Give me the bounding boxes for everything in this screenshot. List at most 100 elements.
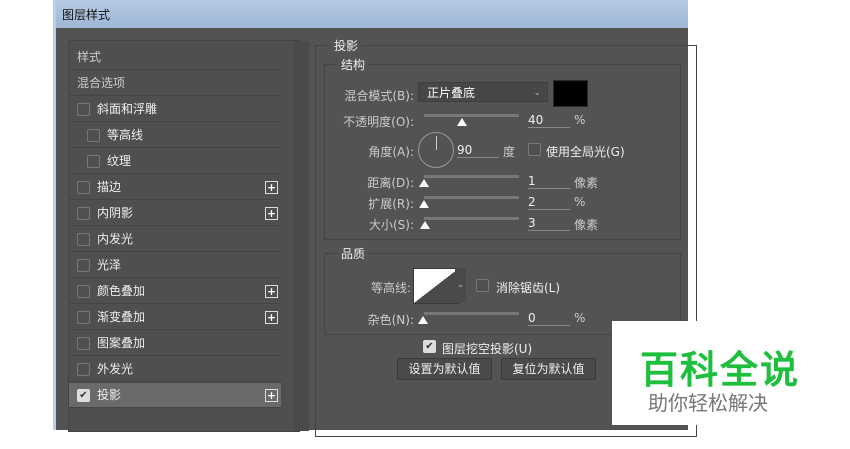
angle-unit: 度: [503, 145, 516, 159]
antialias-checkbox[interactable]: [476, 279, 489, 292]
add-icon[interactable]: +: [265, 389, 278, 402]
sidebar-item[interactable]: 颜色叠加 +: [69, 279, 281, 304]
sidebar-item-label: 图案叠加: [97, 336, 146, 350]
structure-title: 结构: [337, 56, 370, 73]
distance-label: 距离(D):: [367, 176, 414, 190]
sidebar-item-checkbox[interactable]: [87, 129, 100, 142]
sidebar-item-label: 纹理: [107, 154, 132, 168]
contour-preview[interactable]: [413, 268, 459, 304]
noise-slider[interactable]: [424, 312, 519, 315]
angle-needle: [436, 136, 437, 150]
noise-slider-thumb[interactable]: [418, 316, 428, 324]
sidebar-item-checkbox[interactable]: [77, 207, 90, 220]
sidebar-item-label: 外发光: [97, 362, 134, 376]
panel-title: 投影: [330, 37, 363, 54]
size-label: 大小(S):: [368, 218, 414, 232]
contour-label: 等高线:: [370, 281, 411, 295]
dialog-title: 图层样式: [56, 0, 688, 28]
sidebar-item[interactable]: 混合选项: [69, 71, 281, 96]
sidebar-item-checkbox[interactable]: [77, 259, 90, 272]
sidebar-item-label: 斜面和浮雕: [97, 102, 158, 116]
style-list: 样式混合选项斜面和浮雕等高线纹理描边 + 内阴影 + 内发光光泽颜色叠加 + 渐变叠加 + 图案…: [68, 40, 309, 432]
size-slider-thumb[interactable]: [420, 221, 430, 229]
angle-input[interactable]: 90: [457, 143, 499, 158]
set-default-button[interactable]: 设置为默认值: [397, 358, 492, 380]
size-unit: 像素: [574, 218, 599, 232]
add-icon[interactable]: +: [265, 181, 278, 194]
opacity-slider-thumb[interactable]: [457, 118, 467, 126]
opacity-label: 不透明度(O):: [343, 115, 414, 129]
sidebar-item-label: 描边: [97, 180, 122, 194]
sidebar-item-checkbox[interactable]: [77, 337, 90, 350]
contour-chevron-down-icon[interactable]: ⌄: [455, 268, 466, 302]
sidebar-item-label: 颜色叠加: [97, 284, 146, 298]
distance-slider-thumb[interactable]: [419, 179, 429, 187]
noise-label: 杂色(N):: [367, 313, 414, 327]
watermark-slogan: 助你轻松解决: [648, 391, 768, 415]
noise-unit: %: [574, 311, 586, 325]
sidebar-item-checkbox[interactable]: [77, 103, 90, 116]
sidebar-item-label: 内发光: [97, 232, 134, 246]
spread-slider-thumb[interactable]: [419, 200, 429, 208]
sidebar-item[interactable]: 内阴影 +: [69, 201, 281, 226]
sidebar-item-label: 光泽: [97, 258, 122, 272]
sidebar-item-label: 内阴影: [97, 206, 134, 220]
global-light-label: 使用全局光(G): [546, 145, 625, 159]
sidebar-item[interactable]: 光泽: [69, 253, 281, 278]
sidebar-item-label: 投影: [97, 388, 122, 402]
list-scrollbar[interactable]: [293, 41, 309, 431]
sidebar-item[interactable]: 样式: [69, 45, 281, 70]
sidebar-item-checkbox[interactable]: [77, 311, 90, 324]
opacity-unit: %: [574, 113, 586, 127]
sidebar-item[interactable]: 纹理: [69, 149, 281, 174]
sidebar-item-label: 渐变叠加: [97, 310, 146, 324]
reset-default-button[interactable]: 复位为默认值: [501, 358, 596, 380]
sidebar-item-checkbox[interactable]: ✔: [77, 389, 90, 402]
sidebar-item-checkbox[interactable]: [77, 233, 90, 246]
add-icon[interactable]: +: [265, 285, 278, 298]
sidebar-item-label: 混合选项: [77, 76, 126, 90]
angle-dial[interactable]: [418, 132, 454, 168]
sidebar-item[interactable]: 外发光: [69, 357, 281, 382]
sidebar-item-checkbox[interactable]: [77, 285, 90, 298]
knockout-checkbox[interactable]: ✔: [423, 340, 436, 353]
size-slider[interactable]: [424, 217, 519, 220]
sidebar-item[interactable]: 描边 +: [69, 175, 281, 200]
distance-input[interactable]: 1: [528, 174, 570, 189]
watermark: 百科全说 助你轻松解决: [612, 321, 850, 425]
opacity-input[interactable]: 40: [528, 113, 570, 128]
noise-input[interactable]: 0: [528, 311, 570, 326]
quality-title: 品质: [337, 245, 370, 262]
opacity-slider[interactable]: [424, 114, 519, 117]
distance-unit: 像素: [574, 176, 599, 190]
layer-style-dialog: 图层样式 样式 混合选项 斜面和浮雕 等高线 纹理 描边 + 内阴影 + 内发光 光泽 颜色叠加 + 渐变…: [53, 0, 697, 437]
sidebar-item[interactable]: 等高线: [69, 123, 281, 148]
sidebar-item[interactable]: 斜面和浮雕: [69, 97, 281, 122]
spread-input[interactable]: 2: [528, 195, 570, 210]
knockout-label: 图层挖空投影(U): [442, 342, 533, 356]
sidebar-item[interactable]: 内发光: [69, 227, 281, 252]
global-light-checkbox[interactable]: [528, 143, 541, 156]
sidebar-item-checkbox[interactable]: [77, 363, 90, 376]
sidebar-item-checkbox[interactable]: [87, 155, 100, 168]
blend-mode-value: 正片叠底: [427, 86, 476, 100]
antialias-label: 消除锯齿(L): [496, 281, 561, 295]
watermark-brand: 百科全说: [640, 348, 801, 392]
sidebar-item[interactable]: 图案叠加: [69, 331, 281, 356]
angle-label: 角度(A):: [368, 145, 414, 159]
shadow-color-swatch[interactable]: [553, 80, 588, 107]
spread-unit: %: [574, 195, 586, 209]
blend-mode-label: 混合模式(B):: [344, 89, 414, 103]
blend-mode-select[interactable]: 正片叠底 ⌄: [418, 82, 548, 102]
sidebar-item-checkbox[interactable]: [77, 181, 90, 194]
spread-label: 扩展(R):: [368, 197, 414, 211]
distance-slider[interactable]: [424, 175, 519, 178]
sidebar-item[interactable]: ✔ 投影 +: [69, 383, 281, 408]
size-input[interactable]: 3: [528, 216, 570, 231]
add-icon[interactable]: +: [265, 207, 278, 220]
sidebar-item[interactable]: 渐变叠加 +: [69, 305, 281, 330]
add-icon[interactable]: +: [265, 311, 278, 324]
sidebar-item-label: 样式: [77, 50, 102, 64]
chevron-down-icon: ⌄: [533, 88, 541, 98]
spread-slider[interactable]: [424, 196, 519, 199]
